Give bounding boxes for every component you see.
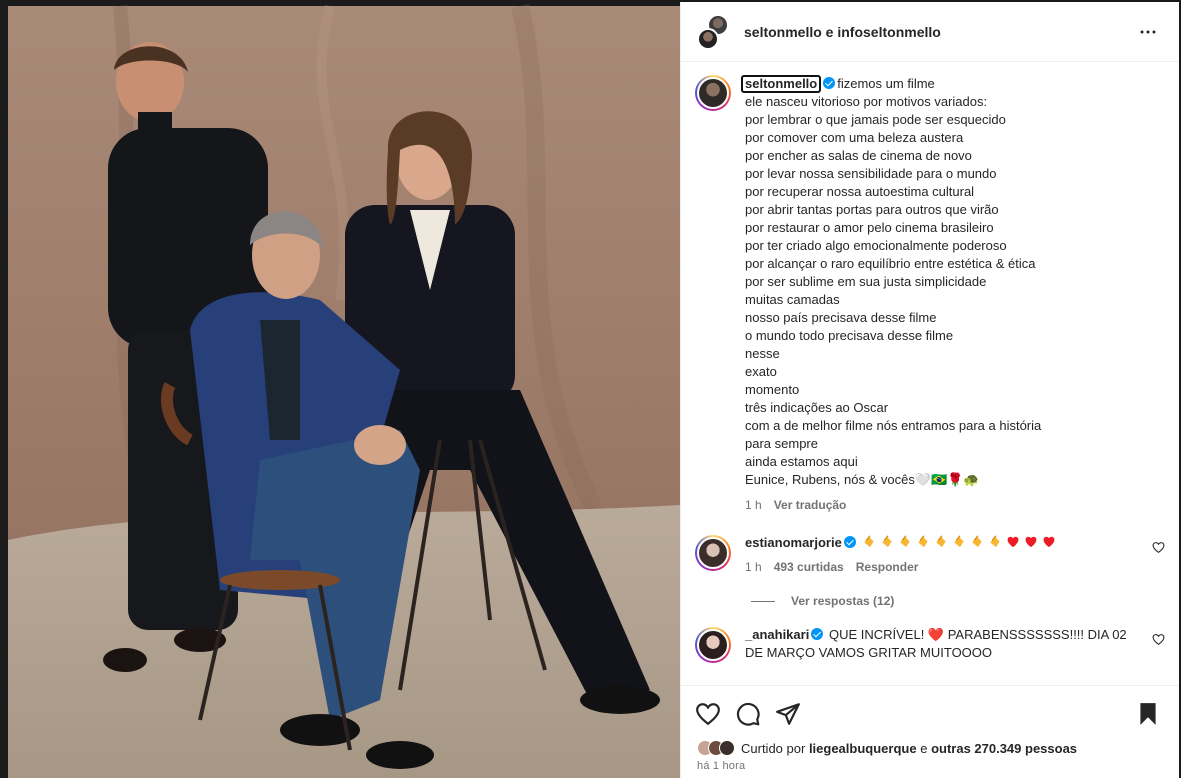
caption-line: três indicações ao Oscar xyxy=(745,400,889,415)
clapping-hands-icon xyxy=(864,535,875,548)
clapping-hands-icon xyxy=(936,535,947,548)
caption-line: o mundo todo precisava desse filme xyxy=(745,328,954,343)
view-replies-label: Ver respostas (12) xyxy=(791,594,895,608)
caption-line: por ser sublime em sua justa simplicidad… xyxy=(745,274,987,289)
post-photo[interactable] xyxy=(0,0,680,778)
red-heart-icon xyxy=(1026,536,1037,548)
verified-badge-icon xyxy=(811,628,824,640)
comment-username[interactable]: estianomarjorie xyxy=(745,535,842,550)
bookmark-filled-icon[interactable] xyxy=(1135,701,1161,727)
clapping-hands-icon xyxy=(990,535,1001,548)
caption-line: nosso país precisava desse filme xyxy=(745,310,937,325)
caption-line: momento xyxy=(745,382,800,397)
caption-avatar[interactable] xyxy=(695,75,731,111)
likes-summary: Curtido por liegealbuquerque e outras 27… xyxy=(681,740,1179,756)
caption-line: exato xyxy=(745,364,777,379)
caption-username[interactable]: seltonmello xyxy=(741,75,822,93)
comment-time: 1 h xyxy=(745,560,762,574)
clapping-hands-icon xyxy=(882,535,893,548)
caption-first-line: fizemos um filme xyxy=(837,76,935,91)
comment-likes-count[interactable]: 493 curtidas xyxy=(774,560,844,574)
comment-emojis xyxy=(861,535,1059,550)
clapping-hands-icon xyxy=(972,535,983,548)
comment-item: estianomarjorie 1 h 493 curtidas Respond… xyxy=(681,534,1179,574)
post-side-panel: seltonmello e infoseltonmello seltonmell… xyxy=(680,2,1179,778)
post-caption: seltonmello fizemos um filme ele nasceu v… xyxy=(681,63,1179,512)
comment-username[interactable]: _anahikari xyxy=(745,627,809,642)
caption-lines: ele nasceu vitorioso por motivos variado… xyxy=(745,93,1163,489)
caption-line: por alcançar o raro equilíbrio entre est… xyxy=(745,256,1036,271)
caption-line: para sempre xyxy=(745,436,818,451)
likes-connector: e xyxy=(920,740,928,756)
likes-prefix: Curtido por xyxy=(741,740,806,756)
likes-others[interactable]: outras 270.349 pessoas xyxy=(931,741,1077,756)
post-time: há 1 hora xyxy=(697,760,746,772)
caption-line: por restaurar o amor pelo cinema brasile… xyxy=(745,220,994,235)
comments-scroll-area[interactable]: seltonmello fizemos um filme ele nasceu v… xyxy=(681,63,1179,685)
caption-line: por ter criado algo emocionalmente poder… xyxy=(745,238,1007,253)
red-heart-icon xyxy=(1008,536,1019,548)
likes-user[interactable]: liegealbuquerque xyxy=(809,741,917,756)
post-header: seltonmello e infoseltonmello xyxy=(681,2,1179,62)
clapping-hands-icon xyxy=(918,535,929,548)
action-bar xyxy=(681,686,1179,730)
caption-line: por recuperar nossa autoestima cultural xyxy=(745,184,975,199)
heart-outline-icon[interactable] xyxy=(1152,541,1165,554)
caption-line: com a de melhor filme nós entramos para … xyxy=(745,418,1042,433)
caption-line: muitas camadas xyxy=(745,292,840,307)
avatar xyxy=(719,740,735,756)
caption-line: ele nasceu vitorioso por motivos variado… xyxy=(745,94,988,109)
caption-line: Eunice, Rubens, nós & vocês🤍🇧🇷🌹🐢 xyxy=(745,472,980,487)
avatar[interactable] xyxy=(697,27,719,50)
caption-line: por levar nossa sensibilidade para o mun… xyxy=(745,166,997,181)
comment-avatar[interactable] xyxy=(695,535,731,571)
liker-avatars[interactable] xyxy=(697,740,735,756)
caption-line: por encher as salas de cinema de novo xyxy=(745,148,972,163)
clapping-hands-icon xyxy=(900,535,911,548)
caption-line: por abrir tantas portas para outros que … xyxy=(745,202,999,217)
reply-button[interactable]: Responder xyxy=(856,560,919,574)
post-footer: Curtido por liegealbuquerque e outras 27… xyxy=(681,685,1179,778)
caption-line: ainda estamos aqui xyxy=(745,454,858,469)
verified-badge-icon xyxy=(843,536,856,548)
header-usernames[interactable]: seltonmello e infoseltonmello xyxy=(744,24,941,40)
comment-bubble-icon[interactable] xyxy=(735,701,761,727)
more-horizontal-icon[interactable] xyxy=(1139,23,1157,41)
heart-outline-icon[interactable] xyxy=(1152,633,1165,646)
replies-divider xyxy=(751,600,775,602)
verified-badge-icon xyxy=(823,77,836,89)
caption-line: por comover com uma beleza austera xyxy=(745,130,964,145)
post-photo-illustration xyxy=(0,0,680,778)
see-translation-link[interactable]: Ver tradução xyxy=(774,498,847,512)
caption-line: nesse xyxy=(745,346,780,361)
share-paper-plane-icon[interactable] xyxy=(775,701,801,727)
red-heart-icon xyxy=(1044,536,1055,548)
caption-line: por lembrar o que jamais pode ser esquec… xyxy=(745,112,1006,127)
heart-outline-icon[interactable] xyxy=(695,701,721,727)
collab-avatars[interactable] xyxy=(697,13,729,50)
view-replies-button[interactable]: Ver respostas (12) xyxy=(681,594,1179,608)
caption-time: 1 h xyxy=(745,498,762,512)
clapping-hands-icon xyxy=(954,535,965,548)
comment-avatar[interactable] xyxy=(695,627,731,663)
comment-item: _anahikari QUE INCRÍVEL! ❤️ PARABENSSSSS… xyxy=(681,626,1179,663)
